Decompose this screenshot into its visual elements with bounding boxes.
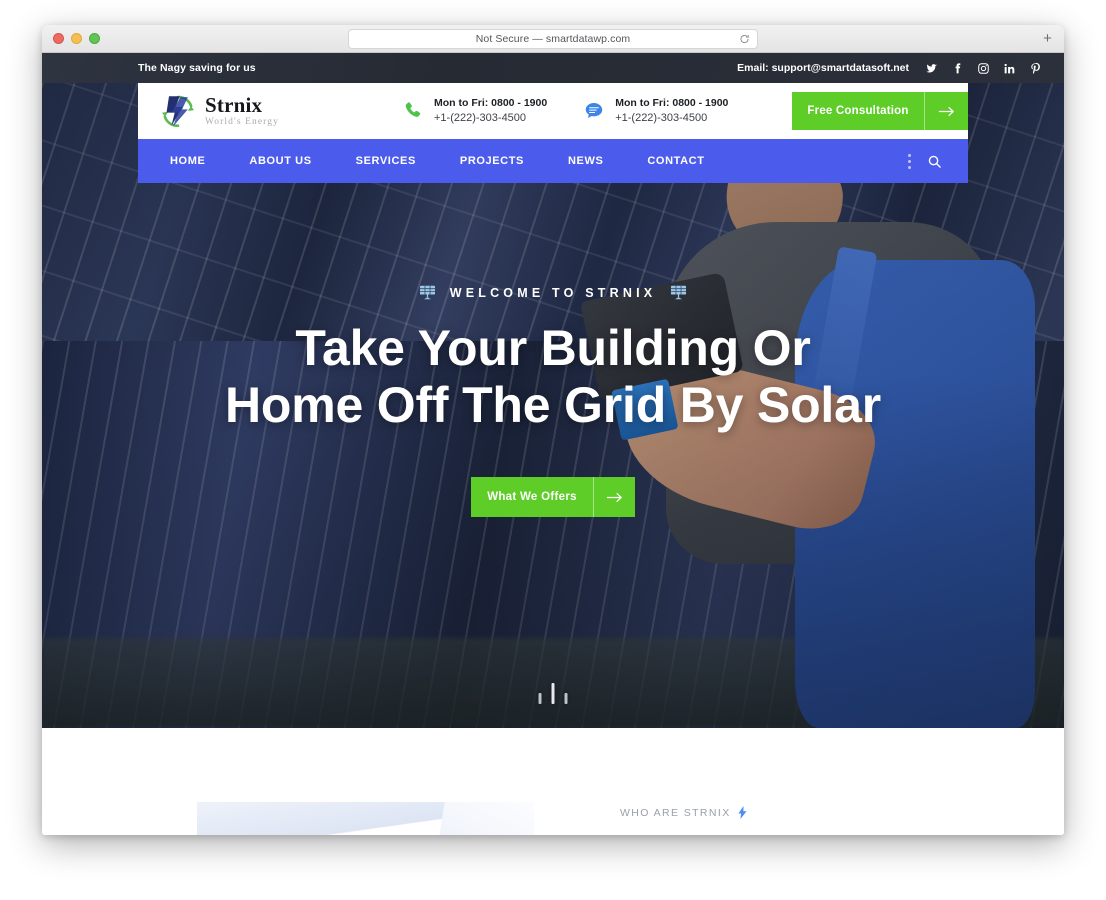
hero-eyebrow-text: WELCOME TO STRNIX xyxy=(449,285,657,300)
about-eyebrow-text: WHO ARE STRNIX xyxy=(620,806,731,819)
chat-number: +1-(222)-303-4500 xyxy=(615,111,708,124)
kebab-menu-icon[interactable] xyxy=(908,153,911,169)
reload-icon[interactable] xyxy=(739,34,750,45)
about-text: WHO ARE STRNIX Integrated Solar Solution… xyxy=(620,806,939,835)
facebook-icon[interactable] xyxy=(951,62,964,75)
twitter-icon[interactable] xyxy=(925,62,938,75)
about-title: Integrated Solar Solutions xyxy=(620,833,939,835)
free-consultation-label: Free Consultation xyxy=(807,105,909,117)
brand-tagline: World's Energy xyxy=(205,116,279,127)
solar-panel-icon-right xyxy=(671,285,687,300)
window-controls[interactable] xyxy=(53,33,100,44)
nav-actions xyxy=(908,153,956,169)
what-we-offers-arrow xyxy=(593,477,635,517)
hero-title-line-1: Take Your Building Or xyxy=(295,320,811,376)
chat-icon xyxy=(585,103,603,119)
chat-hours: Mon to Fri: 0800 - 1900 xyxy=(615,97,729,110)
nav-item-projects[interactable]: PROJECTS xyxy=(438,139,546,183)
topbar-right: Email: support@smartdatasoft.net xyxy=(737,62,1042,75)
hero-slider-pagination[interactable] xyxy=(538,683,568,704)
nav-item-about-us[interactable]: ABOUT US xyxy=(227,139,333,183)
nav-item-contact[interactable]: CONTACT xyxy=(625,139,726,183)
site-topbar: The Nagy saving for us Email: support@sm… xyxy=(42,53,1064,83)
brand-name: Strnix xyxy=(205,92,263,117)
site-tagline: The Nagy saving for us xyxy=(138,62,256,74)
minimize-window-button[interactable] xyxy=(71,33,82,44)
social-links[interactable] xyxy=(925,62,1042,75)
brand-text: Strnix World's Energy xyxy=(205,92,279,128)
new-tab-button[interactable]: + xyxy=(1039,31,1056,48)
phone-icon xyxy=(405,102,421,117)
nav-item-home[interactable]: HOME xyxy=(148,139,227,183)
phone-info-lines: Mon to Fri: 0800 - 1900 +1-(222)-303-450… xyxy=(434,96,547,125)
pinterest-icon[interactable] xyxy=(1029,62,1042,75)
phone-hours: Mon to Fri: 0800 - 1900 xyxy=(434,97,548,110)
hero-title: Take Your Building Or Home Off The Grid … xyxy=(225,320,881,434)
linkedin-icon[interactable] xyxy=(1003,62,1016,75)
main-navigation: HOME ABOUT US SERVICES PROJECTS NEWS CON… xyxy=(138,139,968,183)
hero-title-line-2: Home Off The Grid By Solar xyxy=(224,377,881,433)
slider-dot-1[interactable] xyxy=(538,693,542,704)
page-viewport: The Nagy saving for us Email: support@sm… xyxy=(42,53,1064,835)
hero-eyebrow: WELCOME TO STRNIX xyxy=(418,283,689,302)
arrow-right-icon xyxy=(606,492,622,502)
search-icon[interactable] xyxy=(927,154,942,169)
phone-number: +1-(222)-303-4500 xyxy=(434,111,527,124)
header-info-phone: Mon to Fri: 0800 - 1900 +1-(222)-303-450… xyxy=(402,96,547,125)
contact-email: Email: support@smartdatasoft.net xyxy=(737,62,909,74)
brand-logo[interactable]: Strnix World's Energy xyxy=(160,92,380,130)
instagram-icon[interactable] xyxy=(977,62,990,75)
arrow-right-icon xyxy=(938,106,954,116)
about-section: WHO ARE STRNIX Integrated Solar Solution… xyxy=(42,728,1064,835)
about-image xyxy=(197,802,534,835)
bolt-icon xyxy=(738,806,747,819)
browser-titlebar: Not Secure — smartdatawp.com + xyxy=(42,25,1064,53)
browser-window: Not Secure — smartdatawp.com + The Nagy … xyxy=(42,25,1064,835)
site-header: Strnix World's Energy Mon to Fri: 0800 -… xyxy=(138,83,968,139)
slider-dot-2-active[interactable] xyxy=(551,683,555,704)
address-bar[interactable]: Not Secure — smartdatawp.com xyxy=(348,29,758,49)
address-bar-text: Not Secure — smartdatawp.com xyxy=(475,33,631,45)
chat-info-lines: Mon to Fri: 0800 - 1900 +1-(222)-303-450… xyxy=(615,96,728,125)
solar-panel-icon-left xyxy=(419,285,435,300)
about-image-sheet xyxy=(434,802,534,835)
nav-item-services[interactable]: SERVICES xyxy=(334,139,438,183)
nav-item-news[interactable]: NEWS xyxy=(546,139,625,183)
slider-dot-3[interactable] xyxy=(564,693,568,704)
maximize-window-button[interactable] xyxy=(89,33,100,44)
what-we-offers-button[interactable]: What We Offers xyxy=(471,477,635,517)
what-we-offers-label: What We Offers xyxy=(487,491,577,503)
strnix-bolt-icon xyxy=(162,95,194,128)
about-inner: WHO ARE STRNIX Integrated Solar Solution… xyxy=(42,728,1064,835)
header-info-chat: Mon to Fri: 0800 - 1900 +1-(222)-303-450… xyxy=(583,96,728,125)
free-consultation-arrow xyxy=(924,92,968,130)
close-window-button[interactable] xyxy=(53,33,64,44)
about-eyebrow: WHO ARE STRNIX xyxy=(620,806,938,819)
free-consultation-button[interactable]: Free Consultation xyxy=(792,92,968,130)
